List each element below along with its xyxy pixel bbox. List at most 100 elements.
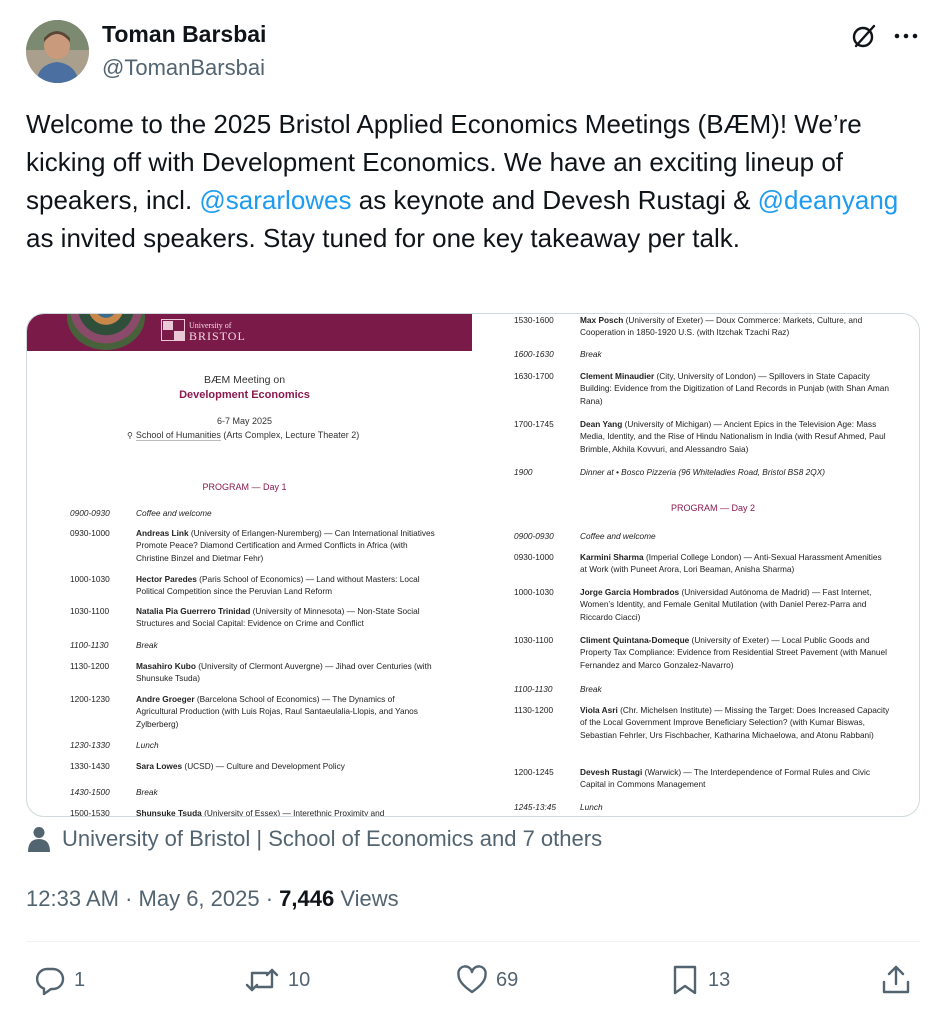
author-handle[interactable]: @TomanBarsbai	[102, 55, 265, 81]
program-text: (University of Essex) — Interethnic Prox…	[201, 808, 385, 817]
retweet-icon	[245, 968, 279, 992]
program-time: 1130-1200	[70, 661, 110, 671]
like-button[interactable]: 69	[456, 962, 518, 998]
program-time: 1500-1530	[70, 808, 110, 817]
program-time: 1600-1630	[514, 349, 554, 359]
program-speaker: Jorge Garcia Hombrados	[580, 587, 680, 597]
program-time: 1030-1100	[70, 606, 110, 616]
program-text: Coffee and welcome	[136, 508, 212, 518]
program-text: Lunch	[580, 802, 603, 812]
program-time: 1630-1700	[514, 371, 554, 381]
venue-detail: (Arts Complex, Lecture Theater 2)	[220, 430, 360, 440]
program-time: 1330-1430	[70, 761, 110, 771]
mention-deanyang[interactable]: @deanyang	[758, 185, 899, 215]
program-time: 0930-1000	[514, 552, 554, 562]
retweet-button[interactable]: 10	[244, 962, 310, 998]
program-speaker: Hector Paredes	[136, 574, 197, 584]
program-time: 1230-1330	[70, 740, 110, 750]
program-time: 1100-1130	[70, 640, 109, 650]
tweet-text-part3: as invited speakers. Stay tuned for one …	[26, 223, 740, 253]
program-speaker: Andre Groeger	[136, 694, 195, 704]
tweet-time[interactable]: 12:33 AM	[26, 886, 119, 911]
program-time: 1530-1600	[514, 315, 554, 325]
meta-separator: ·	[259, 886, 280, 911]
program-speaker: Dean Yang	[580, 419, 623, 429]
program-speaker: Max Posch	[580, 315, 624, 325]
program-time: 1900	[514, 467, 533, 477]
program-entry: Clement Minaudier (City, University of L…	[580, 370, 890, 407]
logo-big-text: BRISTOL	[189, 329, 246, 343]
program-speaker: Andreas Link	[136, 528, 189, 538]
day2-heading: PROGRAM — Day 2	[670, 503, 755, 513]
retweet-count: 10	[288, 968, 311, 991]
more-icon[interactable]	[890, 20, 922, 52]
program-time: 0900-0930	[514, 531, 554, 541]
meeting-subtitle: Development Economics	[179, 389, 310, 401]
program-text: (Chr. Michelsen Institute) — Missing the…	[580, 705, 890, 740]
share-button[interactable]	[880, 962, 912, 998]
like-icon	[457, 965, 487, 994]
like-count: 69	[496, 968, 519, 991]
program-time: 1200-1230	[70, 694, 110, 704]
program-entry: Break	[580, 683, 890, 695]
university-logo-icon	[161, 319, 185, 341]
mention-sararlowes[interactable]: @sararlowes	[199, 185, 351, 215]
person-icon	[28, 827, 50, 852]
day1-heading: PROGRAM — Day 1	[202, 482, 287, 492]
program-text: (University of Exeter) — Doux Commerce: …	[580, 315, 863, 338]
program-time: 0930-1000	[70, 528, 110, 538]
meta-separator: ·	[118, 886, 139, 911]
program-time: 1100-1130	[514, 684, 553, 694]
divider	[26, 941, 920, 942]
views-label: Views	[334, 886, 399, 911]
program-entry: Break	[136, 639, 436, 651]
tagged-users-text[interactable]: University of Bristol | School of Econom…	[62, 826, 602, 852]
tweet-date[interactable]: May 6, 2025	[139, 886, 260, 911]
program-speaker: Climent Quintana-Domeque	[580, 635, 690, 645]
program-text: (University of Michigan) — Ancient Epics…	[580, 419, 886, 454]
bookmark-count: 13	[708, 968, 731, 991]
program-entry: Break	[136, 786, 436, 798]
program-time: 1000-1030	[70, 574, 110, 584]
program-entry: Max Posch (University of Exeter) — Doux …	[580, 314, 890, 339]
reply-count: 1	[74, 968, 86, 991]
program-entry: Break	[580, 348, 890, 360]
program-time: 1130-1200	[514, 705, 554, 715]
program-time: 1700-1745	[514, 419, 554, 429]
author-name[interactable]: Toman Barsbai	[102, 21, 266, 48]
program-time: 1030-1100	[514, 635, 554, 645]
program-text: Break	[580, 684, 602, 694]
program-time: 1430-1500	[70, 787, 110, 797]
meeting-dates: 6-7 May 2025	[216, 416, 273, 426]
bookmark-button[interactable]: 13	[670, 962, 730, 998]
program-text: Coffee and welcome	[580, 531, 656, 541]
program-entry: Hector Paredes (Paris School of Economic…	[136, 573, 436, 598]
media-image[interactable]: University of BRISTOL BÆM Meeting on Dev…	[26, 313, 920, 817]
program-entry: Andreas Link (University of Erlangen-Nur…	[136, 527, 436, 564]
avatar[interactable]	[26, 20, 89, 83]
program-time: 1245-13:45	[514, 802, 556, 812]
venue-name: School of Humanities	[135, 430, 221, 441]
program-speaker: Viola Asri	[580, 705, 618, 715]
tweet-text-part2: as keynote and Devesh Rustagi &	[351, 185, 758, 215]
program-entry: Shunsuke Tsuda (University of Essex) — I…	[136, 807, 436, 817]
grok-icon[interactable]	[848, 20, 880, 52]
pin-icon: ⚲	[127, 431, 133, 440]
program-speaker: Natalia Pia Guerrero Trinidad	[136, 606, 251, 616]
program-text: Lunch	[136, 740, 159, 750]
program-entry: Coffee and welcome	[580, 530, 890, 542]
reply-button[interactable]: 1	[34, 962, 85, 998]
program-text: Dinner at • Bosco Pizzeria (96 Whiteladi…	[580, 467, 826, 477]
program-entry: Coffee and welcome	[136, 507, 436, 519]
program-time: 1200-1245	[514, 767, 554, 777]
program-entry: Andre Groeger (Barcelona School of Econo…	[136, 693, 436, 730]
tagged-users[interactable]: University of Bristol | School of Econom…	[28, 826, 602, 852]
program-speaker: Devesh Rustagi	[580, 767, 643, 777]
program-speaker: Sara Lowes	[136, 761, 183, 771]
program-speaker: Karmini Sharma	[580, 552, 644, 562]
program-entry: Dinner at • Bosco Pizzeria (96 Whiteladi…	[580, 466, 890, 478]
tweet-text: Welcome to the 2025 Bristol Applied Econ…	[26, 105, 922, 257]
program-entry: Sara Lowes (UCSD) — Culture and Developm…	[136, 760, 436, 772]
program-time: 1000-1030	[514, 587, 554, 597]
program-speaker: Shunsuke Tsuda	[136, 808, 202, 817]
